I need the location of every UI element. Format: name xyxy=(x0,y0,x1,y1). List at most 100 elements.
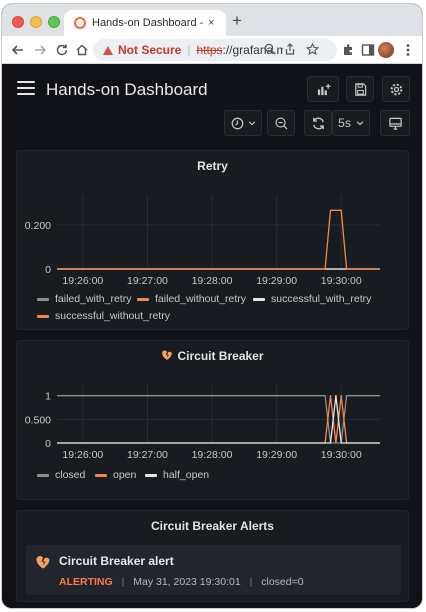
x-tick-label: 19:28:00 xyxy=(192,449,233,461)
zoom-icon[interactable] xyxy=(263,43,277,57)
retry-legend: failed_with_retry failed_without_retry suc… xyxy=(37,293,397,327)
legend-label: half_open xyxy=(163,469,210,481)
circuit-breaker-panel: Circuit Breaker 0 0.500 1 19:26:00 19:27:00 1… xyxy=(16,340,409,500)
legend-swatch xyxy=(37,314,49,318)
zoom-out-button[interactable] xyxy=(267,110,295,136)
x-tick-label: 19:28:00 xyxy=(192,275,233,287)
y-tick-label: 0.500 xyxy=(25,414,51,426)
broken-heart-icon xyxy=(36,555,50,569)
y-tick-label: 0.200 xyxy=(25,220,51,232)
dashboard-settings-button[interactable] xyxy=(382,76,410,102)
save-dashboard-button[interactable] xyxy=(346,76,374,102)
alert-separator: | xyxy=(121,576,125,588)
circuit-breaker-legend: closed open half_open xyxy=(37,469,397,489)
browser-menu-icon[interactable] xyxy=(398,40,418,60)
forward-arrow-icon[interactable] xyxy=(30,40,50,60)
legend-label: failed_with_retry xyxy=(55,293,132,305)
x-tick-label: 19:26:00 xyxy=(62,449,103,461)
alert-labels: closed=0 xyxy=(261,576,304,588)
grafana-page: Hands-on Dashboard 5s Retry 0 0.200 19:2… xyxy=(2,64,422,608)
minimize-window-button[interactable] xyxy=(30,16,42,28)
circuit-breaker-alerts-panel: Circuit Breaker Alerts Circuit Breaker a… xyxy=(16,510,409,602)
legend-label: successful_without_retry xyxy=(55,310,170,322)
save-icon xyxy=(354,82,366,96)
legend-item-closed[interactable]: closed xyxy=(37,469,85,481)
x-tick-label: 19:26:00 xyxy=(62,275,103,287)
alerts-panel-title: Circuit Breaker Alerts xyxy=(151,519,274,533)
browser-toolbar: Not Secure | https ://grafana.mi... xyxy=(2,36,422,64)
alert-state: ALERTING xyxy=(59,576,113,588)
clock-icon xyxy=(231,117,244,129)
y-tick-label: 0 xyxy=(45,264,51,276)
home-icon[interactable] xyxy=(72,40,92,60)
x-tick-label: 19:27:00 xyxy=(127,275,168,287)
legend-label: closed xyxy=(55,469,86,481)
profile-avatar[interactable] xyxy=(378,42,394,58)
legend-label: open xyxy=(113,469,137,481)
tab-close-icon[interactable]: × xyxy=(208,17,214,29)
x-tick-label: 19:29:00 xyxy=(256,449,297,461)
y-tick-label: 0 xyxy=(45,438,51,450)
tab-strip: Hands-on Dashboard - Grafana × + xyxy=(2,4,422,36)
x-tick-label: 19:30:00 xyxy=(321,275,362,287)
legend-swatch xyxy=(37,297,49,301)
refresh-icon xyxy=(312,117,324,129)
close-window-button[interactable] xyxy=(12,16,24,28)
legend-swatch xyxy=(253,297,265,301)
bookmark-star-icon[interactable] xyxy=(305,42,319,57)
chevron-down-icon xyxy=(248,121,256,126)
y-tick-label: 1 xyxy=(45,391,51,403)
legend-swatch xyxy=(137,297,149,301)
address-bar[interactable]: Not Secure | https ://grafana.mi... xyxy=(93,39,337,61)
series-line-successful-without-retry[interactable] xyxy=(57,209,380,270)
refresh-button[interactable] xyxy=(304,110,332,136)
url-scheme: https xyxy=(196,43,223,57)
x-tick-label: 19:30:00 xyxy=(321,449,362,461)
back-arrow-icon[interactable] xyxy=(8,40,28,60)
x-tick-label: 19:29:00 xyxy=(256,275,297,287)
reload-icon[interactable] xyxy=(52,40,72,60)
browser-tab[interactable]: Hands-on Dashboard - Grafana × xyxy=(64,10,226,36)
new-tab-button[interactable]: + xyxy=(232,12,242,30)
warning-icon xyxy=(103,45,113,55)
refresh-interval-value: 5s xyxy=(338,116,351,130)
dashboard-title: Hands-on Dashboard xyxy=(46,80,208,99)
url-divider: | xyxy=(187,43,191,57)
legend-item-successful-with-retry[interactable]: successful_with_retry xyxy=(253,293,371,305)
maximize-window-button[interactable] xyxy=(48,16,60,28)
retry-panel: Retry 0 0.200 19:26:00 19:27:00 19:28:00 19:2… xyxy=(16,150,409,330)
x-tick-label: 19:27:00 xyxy=(127,449,168,461)
alert-meta: ALERTING | May 31, 2023 19:30:01 | close… xyxy=(59,576,304,588)
extensions-icon[interactable] xyxy=(338,40,358,60)
legend-label: failed_without_retry xyxy=(155,293,247,305)
tv-mode-button[interactable] xyxy=(380,110,410,136)
alert-separator: | xyxy=(249,576,253,588)
legend-swatch xyxy=(95,473,107,477)
tab-title: Hands-on Dashboard - Grafana xyxy=(92,17,204,29)
grafana-favicon-icon xyxy=(74,17,86,29)
add-panel-icon xyxy=(317,83,331,95)
zoom-out-icon xyxy=(274,116,288,130)
alert-name[interactable]: Circuit Breaker alert xyxy=(59,554,174,568)
security-label: Not Secure xyxy=(118,43,182,57)
chevron-down-icon xyxy=(356,121,364,126)
legend-swatch xyxy=(37,473,49,477)
legend-item-failed-with-retry[interactable]: failed_with_retry xyxy=(37,293,131,305)
legend-item-open[interactable]: open xyxy=(95,469,136,481)
legend-item-half-open[interactable]: half_open xyxy=(145,469,209,481)
legend-swatch xyxy=(145,473,157,477)
gear-icon xyxy=(390,83,402,95)
time-picker-button[interactable] xyxy=(224,110,262,136)
share-icon[interactable] xyxy=(283,43,297,57)
alert-card[interactable]: Circuit Breaker alert ALERTING | May 31,… xyxy=(26,545,401,595)
sidebar-toggle-icon[interactable] xyxy=(358,40,378,60)
add-panel-button[interactable] xyxy=(307,76,339,102)
monitor-icon xyxy=(388,117,402,130)
alert-timestamp: May 31, 2023 19:30:01 xyxy=(133,576,241,588)
legend-item-successful-without-retry[interactable]: successful_without_retry xyxy=(37,310,170,322)
legend-label: successful_with_retry xyxy=(271,293,372,305)
legend-item-failed-without-retry[interactable]: failed_without_retry xyxy=(137,293,246,305)
hamburger-icon[interactable] xyxy=(17,81,35,95)
browser-window: Hands-on Dashboard - Grafana × + Not Sec… xyxy=(2,4,422,608)
refresh-interval-select[interactable]: 5s xyxy=(332,110,370,136)
